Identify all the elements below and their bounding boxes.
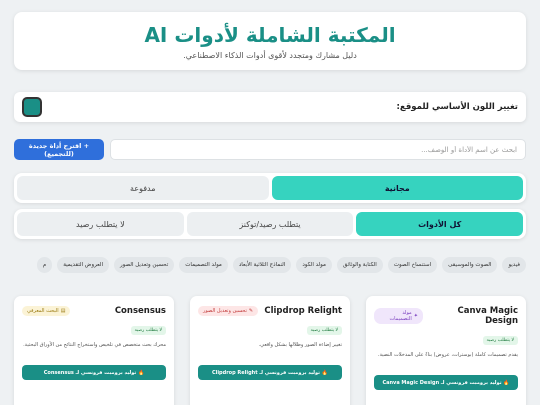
tool-category-badge: ✎ تحسين وتعديل الصور [198, 306, 259, 316]
color-picker-label: تغيير اللون الأساسي للموقع: [396, 102, 518, 112]
category-chip[interactable]: النماذج الثلاثية الأبعاد [232, 257, 292, 273]
color-picker-bar: تغيير اللون الأساسي للموقع: [14, 92, 526, 122]
tool-card: Consensus ▤ البحث المعرفي لا يتطلب رصيد … [14, 296, 174, 405]
no-credits-badge: لا يتطلب رصيد [482, 336, 518, 345]
category-chip[interactable]: العروض التقديمية [57, 257, 110, 273]
credits-filter: كل الأدوات يتطلب رصيد/توكنز لا يتطلب رصي… [14, 209, 526, 239]
search-input[interactable] [110, 139, 526, 160]
page-title: المكتبة الشاملة لأدوات AI [144, 23, 396, 47]
category-chip[interactable]: مولد الكود [296, 257, 332, 273]
filter-free[interactable]: مجانية [271, 176, 523, 200]
category-chip[interactable]: م [36, 257, 53, 273]
generate-prompt-button[interactable]: 🔥 توليد برومبت فرونسي لـ Canva Magic Des… [374, 375, 518, 390]
tool-category-badge: ✦ مولد التصميمات [374, 308, 423, 324]
filter-no-credits[interactable]: لا يتطلب رصيد [16, 212, 184, 236]
tool-category-label: تحسين وتعديل الصور [203, 308, 247, 314]
category-chips: فيديو الصوت والموسيقى استنساخ الصوت الكت… [14, 257, 526, 274]
no-credits-badge: لا يتطلب رصيد [306, 326, 342, 335]
category-chip[interactable]: مولد التصميمات [179, 257, 228, 273]
tool-category-label: البحث المعرفي [27, 308, 59, 314]
tool-name: Consensus [114, 306, 166, 316]
category-chip[interactable]: الكتابة والوثائق [336, 257, 383, 273]
pencil-icon: ✎ [248, 308, 254, 314]
price-filter: مجانية مدفوعة [14, 173, 526, 203]
tool-description: تغيير إضاءة الصور وظلالها بشكل واقعي. [258, 342, 342, 348]
filter-paid[interactable]: مدفوعة [17, 176, 269, 200]
filter-all-tools[interactable]: كل الأدوات [356, 212, 523, 236]
page-header: المكتبة الشاملة لأدوات AI دليل مشارك ومت… [14, 12, 526, 70]
tool-category-label: مولد التصميمات [389, 310, 412, 322]
tool-card: Canva Magic Design ✦ مولد التصميمات لا ي… [366, 296, 526, 405]
no-credits-badge: لا يتطلب رصيد [130, 326, 166, 335]
generate-prompt-button[interactable]: 🔥 توليد برومبت فرونسي لـ Clipdrop Religh… [198, 365, 342, 380]
generate-prompt-button[interactable]: 🔥 توليد برومبت فرونسي لـ Consensus [22, 365, 166, 380]
category-chip[interactable]: تحسين وتعديل الصور [114, 257, 175, 273]
tool-name: Canva Magic Design [457, 306, 519, 326]
filter-needs-credits[interactable]: يتطلب رصيد/توكنز [186, 212, 354, 236]
sparkle-icon: ✦ [413, 313, 418, 319]
category-chip[interactable]: استنساخ الصوت [387, 257, 438, 273]
category-chip[interactable]: الصوت والموسيقى [442, 257, 498, 273]
suggest-tool-button[interactable]: + اقترح أداة جديدة (للتجميع) [14, 139, 104, 160]
tool-description: يقدم تصميمات كاملة (بوسترات، عروض) بناءً… [377, 352, 518, 358]
tool-card: Clipdrop Relight ✎ تحسين وتعديل الصور لا… [190, 296, 350, 405]
tool-category-badge: ▤ البحث المعرفي [22, 306, 71, 316]
tool-description: محرك بحث متخصص في تلخيص واستخراج النتائج… [23, 342, 166, 348]
page-subtitle: دليل مشارك ومتجدد لأقوى أدوات الذكاء الا… [183, 51, 357, 60]
tool-name: Clipdrop Relight [264, 306, 342, 316]
color-swatch[interactable] [22, 97, 42, 117]
book-icon: ▤ [60, 308, 66, 314]
category-chip[interactable]: فيديو [502, 257, 526, 273]
tool-grid: Canva Magic Design ✦ مولد التصميمات لا ي… [14, 296, 526, 405]
